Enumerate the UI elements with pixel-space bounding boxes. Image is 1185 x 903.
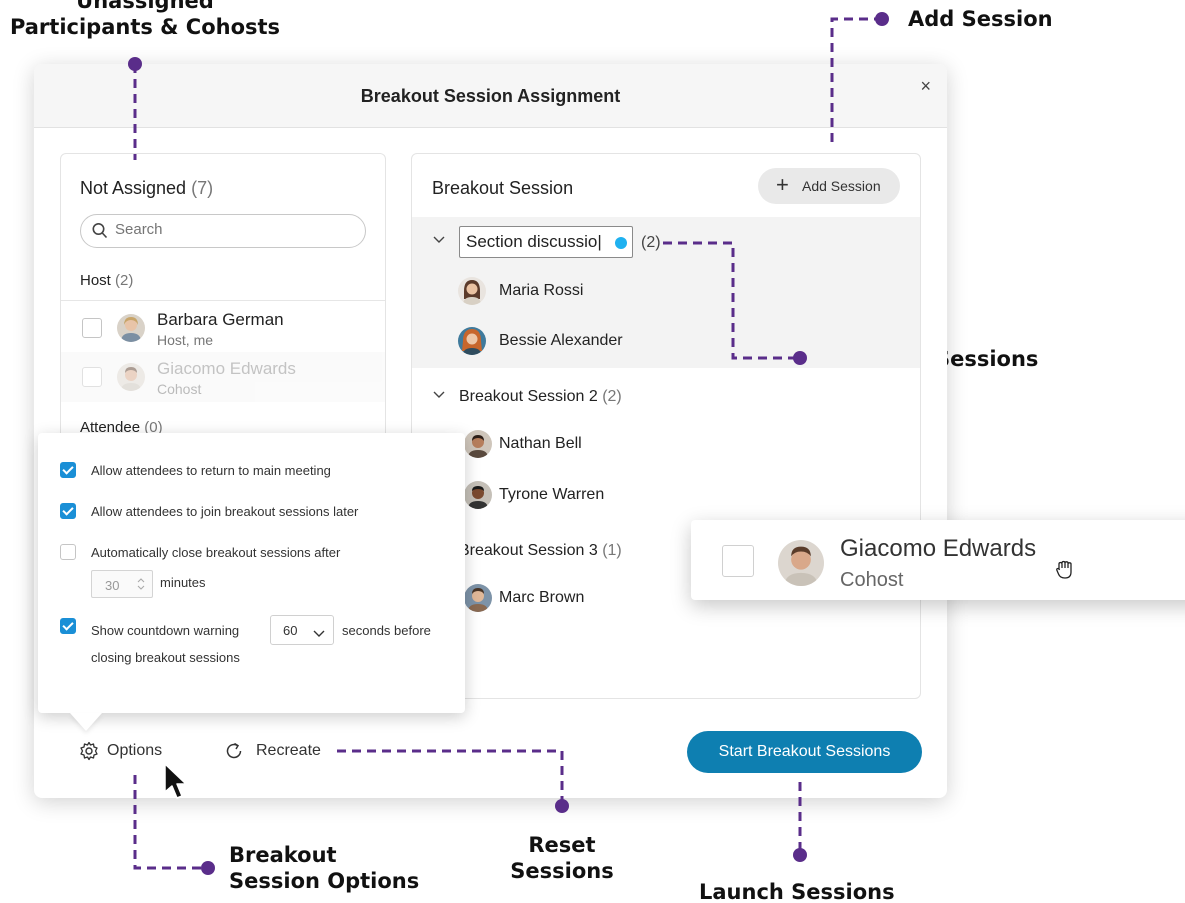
callout-lines	[128, 12, 889, 875]
